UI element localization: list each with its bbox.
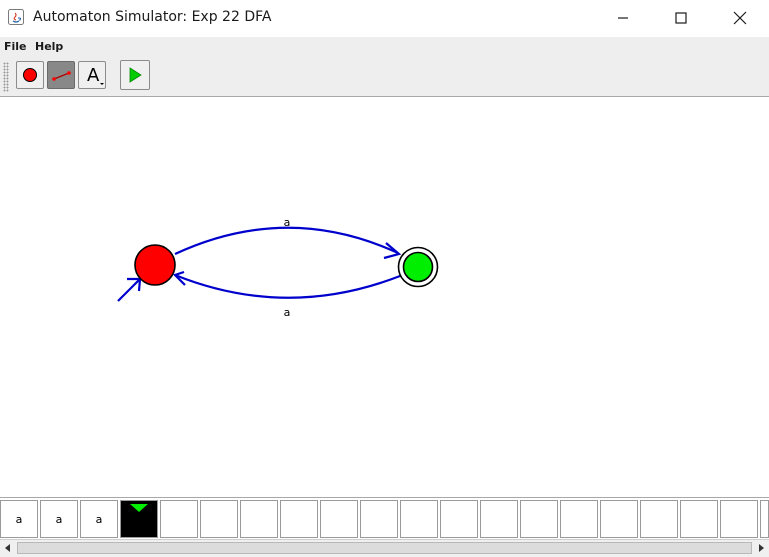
close-button[interactable] bbox=[717, 0, 763, 36]
maximize-button[interactable] bbox=[658, 0, 704, 36]
minimize-button[interactable] bbox=[600, 0, 646, 36]
toolbar-grip[interactable] bbox=[3, 62, 9, 92]
state-tool-icon bbox=[23, 68, 37, 82]
tape-cell[interactable] bbox=[320, 500, 358, 538]
menu-bar: File Help bbox=[0, 37, 769, 58]
chevron-left-icon bbox=[5, 544, 10, 552]
chevron-right-icon bbox=[759, 544, 764, 552]
java-app-icon bbox=[8, 9, 24, 25]
transition-tool-button[interactable] bbox=[47, 61, 75, 89]
automaton-canvas[interactable]: a a bbox=[0, 97, 769, 495]
text-tool-button[interactable]: A bbox=[78, 61, 106, 89]
tape-cell[interactable] bbox=[360, 500, 398, 538]
maximize-icon bbox=[675, 12, 687, 24]
tape-cell[interactable] bbox=[640, 500, 678, 538]
tape-cell[interactable] bbox=[720, 500, 758, 538]
tape-cell[interactable]: a bbox=[0, 500, 38, 538]
tape-cell[interactable] bbox=[760, 500, 769, 538]
scroll-right-button[interactable] bbox=[753, 540, 769, 556]
tape-cell[interactable] bbox=[400, 500, 438, 538]
state-tool-button[interactable] bbox=[16, 61, 44, 89]
input-tape: a a a bbox=[0, 497, 769, 540]
text-tool-label: A bbox=[87, 65, 100, 86]
transition-label-lower: a bbox=[284, 306, 291, 319]
title-bar: Automaton Simulator: Exp 22 DFA bbox=[0, 0, 769, 36]
window-title: Automaton Simulator: Exp 22 DFA bbox=[33, 9, 272, 25]
close-icon bbox=[733, 11, 747, 25]
tape-cell[interactable]: a bbox=[80, 500, 118, 538]
state-start[interactable] bbox=[134, 244, 176, 286]
tape-cell[interactable] bbox=[600, 500, 638, 538]
tape-cell[interactable] bbox=[200, 500, 238, 538]
tape-cell[interactable] bbox=[520, 500, 558, 538]
tape-head-cell[interactable] bbox=[120, 500, 158, 538]
text-tool-icon: A bbox=[87, 65, 104, 86]
transition-label-upper: a bbox=[284, 216, 291, 229]
scroll-thumb[interactable] bbox=[17, 542, 752, 554]
tape-scrollbar[interactable] bbox=[0, 539, 769, 557]
tape-cell[interactable] bbox=[160, 500, 198, 538]
start-arrow bbox=[117, 277, 142, 302]
menu-help[interactable]: Help bbox=[35, 40, 63, 53]
tape-cell[interactable] bbox=[680, 500, 718, 538]
toolbar: A bbox=[0, 58, 769, 97]
transition-q0-q1[interactable] bbox=[174, 226, 402, 260]
minimize-icon bbox=[618, 17, 628, 19]
scroll-left-button[interactable] bbox=[0, 540, 16, 556]
run-icon bbox=[129, 67, 142, 83]
tape-cell[interactable] bbox=[440, 500, 478, 538]
tape-cell[interactable] bbox=[560, 500, 598, 538]
transition-q1-q0[interactable] bbox=[172, 270, 401, 299]
run-button[interactable] bbox=[120, 60, 150, 90]
tape-cell[interactable] bbox=[240, 500, 278, 538]
tape-cell[interactable]: a bbox=[40, 500, 78, 538]
menu-file[interactable]: File bbox=[4, 40, 27, 53]
tape-head-marker-icon bbox=[130, 504, 148, 512]
tape-cell[interactable] bbox=[480, 500, 518, 538]
transition-tool-icon bbox=[52, 71, 71, 81]
automaton-diagram: a a bbox=[117, 216, 439, 319]
state-accepting[interactable] bbox=[397, 246, 439, 288]
tape-cell[interactable] bbox=[280, 500, 318, 538]
